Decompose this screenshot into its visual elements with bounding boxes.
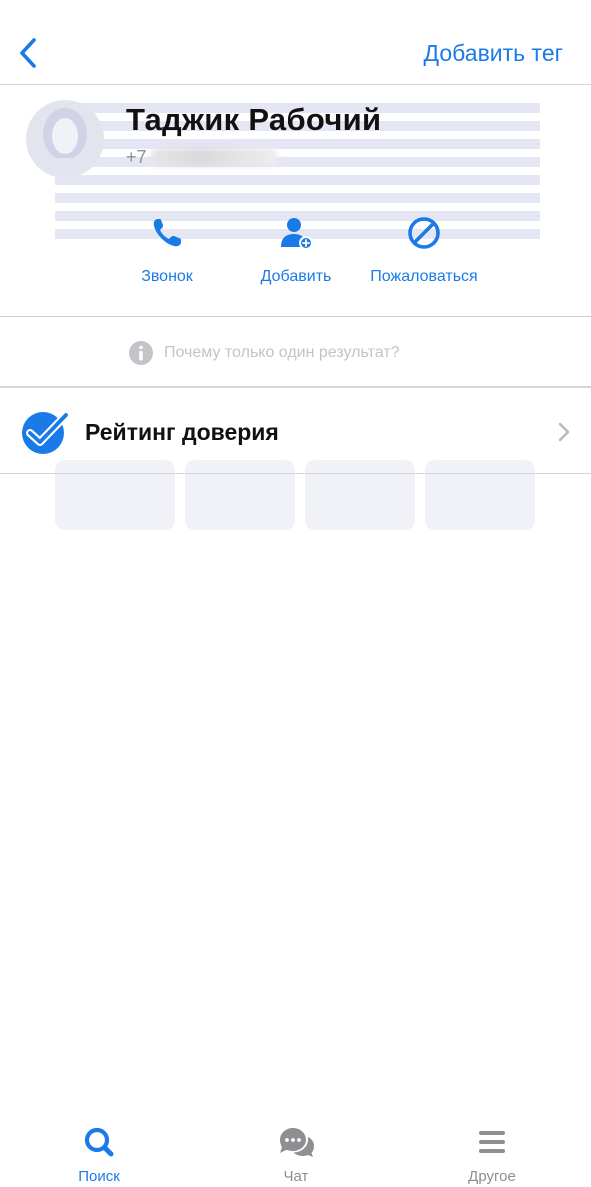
trust-rating-row[interactable]: Рейтинг доверия: [0, 389, 591, 474]
chevron-left-icon[interactable]: [14, 36, 44, 70]
contact-phone: +7: [126, 147, 147, 167]
add-user-icon: [281, 218, 313, 250]
chevron-right-icon: [558, 422, 570, 442]
tab-other-label: Другое: [468, 1168, 516, 1185]
tab-chat-label: Чат: [283, 1168, 309, 1185]
tab-other[interactable]: Другое: [437, 1125, 547, 1185]
report-label: Пожаловаться: [370, 268, 478, 285]
avatar: [26, 100, 104, 178]
search-icon: [84, 1127, 114, 1157]
add-tag-button[interactable]: Добавить тег: [424, 40, 564, 67]
divider: [0, 316, 591, 317]
phone-number-redacted: [150, 148, 278, 166]
add-label: Добавить: [260, 268, 332, 285]
verified-check-icon: [22, 411, 70, 454]
tab-chat[interactable]: Чат: [241, 1125, 351, 1185]
tab-search-label: Поиск: [78, 1168, 120, 1185]
why-one-result-text: Почему только один результат?: [164, 344, 400, 361]
app-screen: Добавить тег Таджик Рабочий +7 Звонок До…: [0, 0, 591, 1187]
report-button[interactable]: Пожаловаться: [362, 215, 486, 286]
why-one-result-link[interactable]: Почему только один результат?: [128, 340, 400, 366]
contact-name: Таджик Рабочий: [126, 102, 382, 137]
info-icon: [129, 341, 153, 365]
chat-icon: [280, 1128, 314, 1157]
navigation-bar: Добавить тег: [0, 0, 591, 85]
block-icon: [408, 217, 440, 249]
user-silhouette-icon: [36, 108, 94, 178]
phone-icon: [153, 219, 181, 247]
tab-bar: Поиск Чат Другое: [0, 1115, 591, 1187]
divider: [0, 386, 591, 388]
call-button[interactable]: Звонок: [130, 215, 204, 286]
menu-icon: [479, 1131, 505, 1153]
trust-rating-label: Рейтинг доверия: [85, 419, 279, 445]
call-label: Звонок: [141, 268, 193, 285]
tab-search[interactable]: Поиск: [44, 1125, 154, 1185]
add-contact-button[interactable]: Добавить: [250, 215, 342, 286]
